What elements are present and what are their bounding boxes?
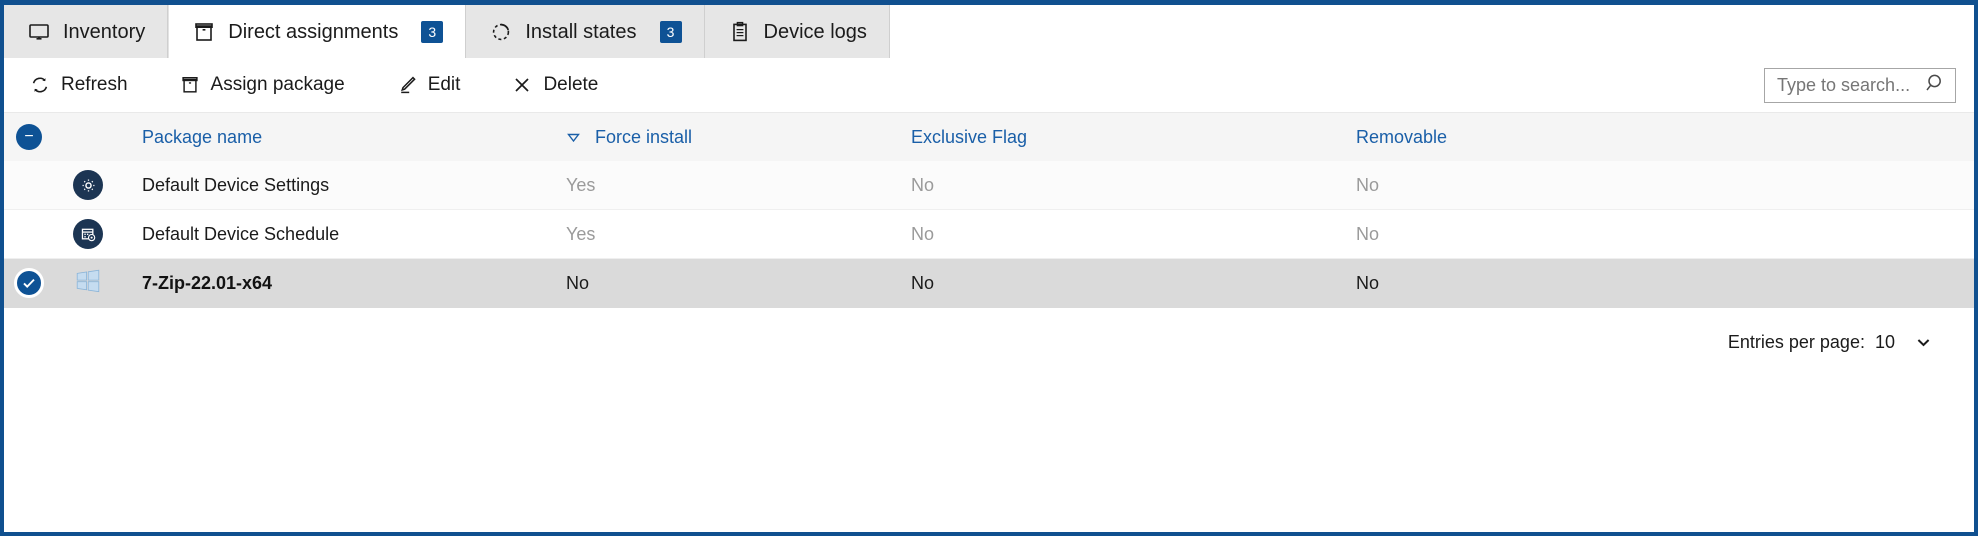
select-all-checkbox[interactable]: − bbox=[4, 124, 54, 150]
tab-label: Install states bbox=[525, 22, 636, 42]
table-row[interactable]: Default Device Settings Yes No No bbox=[4, 161, 1974, 210]
entries-per-page-label: Entries per page: bbox=[1728, 332, 1865, 353]
clipboard-list-icon bbox=[729, 21, 751, 43]
row-exclusive-flag: No bbox=[911, 273, 1356, 294]
tab-direct-assignments[interactable]: Direct assignments 3 bbox=[168, 5, 466, 58]
toolbar: Refresh Assign package Edit Delete bbox=[4, 58, 1974, 113]
checked-checkbox-icon bbox=[14, 268, 44, 298]
tab-badge-count: 3 bbox=[660, 21, 682, 43]
button-label: Refresh bbox=[61, 74, 128, 96]
row-force-install: Yes bbox=[566, 175, 911, 196]
package-icon bbox=[193, 21, 215, 43]
tab-inventory[interactable]: Inventory bbox=[4, 5, 168, 58]
table-header-row: − Package name Force install Exclusive F… bbox=[4, 113, 1974, 161]
column-label: Removable bbox=[1356, 127, 1447, 148]
column-label: Package name bbox=[142, 127, 262, 148]
pencil-icon bbox=[397, 75, 417, 95]
search-icon[interactable] bbox=[1925, 72, 1947, 99]
column-header-package-name[interactable]: Package name bbox=[122, 127, 566, 148]
row-removable: No bbox=[1356, 273, 1974, 294]
table-row[interactable]: 7-Zip-22.01-x64 No No No bbox=[4, 259, 1974, 308]
tab-install-states[interactable]: Install states 3 bbox=[466, 5, 704, 58]
chevron-down-icon[interactable] bbox=[1915, 334, 1932, 351]
row-icon bbox=[54, 170, 122, 200]
table-row[interactable]: Default Device Schedule Yes No No bbox=[4, 210, 1974, 259]
application-window: Inventory Direct assignments 3 Install s… bbox=[0, 0, 1978, 536]
gear-badge-icon bbox=[73, 170, 103, 200]
column-header-exclusive-flag[interactable]: Exclusive Flag bbox=[911, 127, 1356, 148]
tab-label: Direct assignments bbox=[228, 22, 398, 42]
tab-label: Device logs bbox=[764, 22, 867, 42]
edit-button[interactable]: Edit bbox=[395, 68, 471, 102]
button-label: Assign package bbox=[211, 74, 345, 96]
row-package-name: Default Device Schedule bbox=[122, 224, 566, 245]
row-removable: No bbox=[1356, 175, 1974, 196]
delete-button[interactable]: Delete bbox=[510, 68, 608, 102]
tab-badge-count: 3 bbox=[421, 21, 443, 43]
row-force-install: Yes bbox=[566, 224, 911, 245]
tab-device-logs[interactable]: Device logs bbox=[705, 5, 890, 58]
row-icon bbox=[54, 219, 122, 249]
search-input[interactable] bbox=[1775, 74, 1925, 97]
row-icon bbox=[54, 266, 122, 301]
refresh-button[interactable]: Refresh bbox=[28, 68, 138, 102]
sort-descending-icon bbox=[566, 130, 581, 145]
tab-label: Inventory bbox=[63, 22, 145, 42]
pagination-footer: Entries per page: 10 bbox=[4, 308, 1974, 353]
entries-per-page-value: 10 bbox=[1875, 332, 1895, 353]
row-checkbox[interactable] bbox=[4, 268, 54, 298]
row-package-name: Default Device Settings bbox=[122, 175, 566, 196]
column-header-force-install[interactable]: Force install bbox=[566, 127, 911, 148]
tab-bar: Inventory Direct assignments 3 Install s… bbox=[4, 5, 1974, 58]
package-icon bbox=[180, 75, 200, 95]
column-label: Force install bbox=[595, 127, 692, 148]
button-label: Edit bbox=[428, 74, 461, 96]
row-exclusive-flag: No bbox=[911, 175, 1356, 196]
row-force-install: No bbox=[566, 273, 911, 294]
column-label: Exclusive Flag bbox=[911, 127, 1027, 148]
row-package-name: 7-Zip-22.01-x64 bbox=[122, 273, 566, 294]
column-header-removable[interactable]: Removable bbox=[1356, 127, 1974, 148]
windows-logo-icon bbox=[73, 266, 103, 301]
button-label: Delete bbox=[543, 74, 598, 96]
row-removable: No bbox=[1356, 224, 1974, 245]
search-box[interactable] bbox=[1764, 68, 1956, 103]
schedule-badge-icon bbox=[73, 219, 103, 249]
assignments-table: − Package name Force install Exclusive F… bbox=[4, 113, 1974, 308]
progress-ring-icon bbox=[490, 21, 512, 43]
indeterminate-checkbox-icon: − bbox=[16, 124, 42, 150]
row-exclusive-flag: No bbox=[911, 224, 1356, 245]
refresh-icon bbox=[30, 75, 50, 95]
assign-package-button[interactable]: Assign package bbox=[178, 68, 355, 102]
monitor-icon bbox=[28, 21, 50, 43]
close-x-icon bbox=[512, 75, 532, 95]
